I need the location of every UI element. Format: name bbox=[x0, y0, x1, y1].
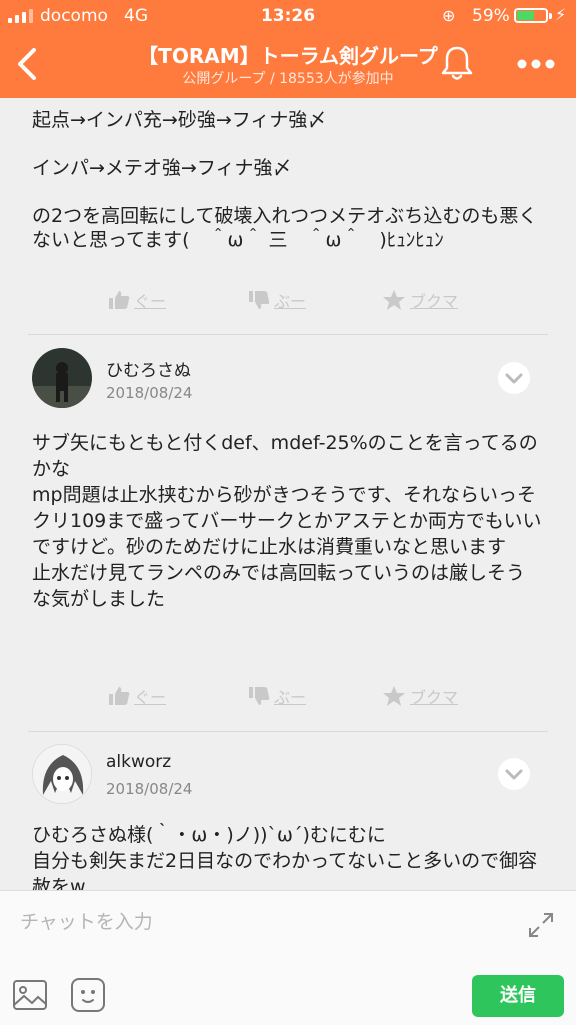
post-feed[interactable]: 起点→インパ充→砂強→フィナ強〆 インパ→メテオ強→フィナ強〆 の2つを高回転に… bbox=[0, 98, 576, 890]
thumbs-down-icon bbox=[249, 687, 270, 705]
battery-percent: 59% bbox=[472, 6, 510, 26]
bookmark-label: ブクマ bbox=[410, 292, 459, 311]
boo-button[interactable]: ぶー bbox=[248, 684, 306, 708]
thumbs-up-icon bbox=[109, 291, 130, 309]
more-icon[interactable] bbox=[516, 58, 556, 70]
status-bar: docomo 4G 13:26 ⊕ 59% ⚡ bbox=[0, 0, 576, 32]
boo-label: ぶー bbox=[274, 688, 307, 707]
bell-icon[interactable] bbox=[440, 44, 474, 82]
expand-icon[interactable] bbox=[527, 911, 555, 939]
chevron-down-icon bbox=[505, 373, 523, 384]
bookmark-button[interactable]: ブクマ bbox=[382, 288, 458, 312]
battery-icon bbox=[514, 8, 548, 23]
star-icon bbox=[383, 686, 405, 706]
boo-button[interactable]: ぶー bbox=[248, 288, 306, 312]
group-title: 【TORAM】トーラム剣グループ bbox=[138, 44, 438, 68]
bookmark-button[interactable]: ブクマ bbox=[382, 684, 458, 708]
chat-input[interactable]: チャットを入力 bbox=[20, 907, 153, 934]
post-date: 2018/08/24 bbox=[106, 780, 193, 798]
avatar[interactable] bbox=[32, 744, 92, 804]
image-icon[interactable] bbox=[12, 979, 48, 1011]
post-body: ひむろさぬ様(｀・ω・)ノ))`ω´)むにむに 自分も剣矢まだ2日目なのでわかっ… bbox=[32, 824, 538, 890]
chat-input-bar: チャットを入力 送信 bbox=[0, 890, 576, 1025]
post-menu-button[interactable] bbox=[498, 362, 530, 394]
good-button[interactable]: ぐー bbox=[108, 684, 166, 708]
avatar[interactable] bbox=[32, 348, 92, 408]
rotation-lock-icon: ⊕ bbox=[442, 6, 456, 25]
group-subtitle: 公開グループ / 18553人が参加中 bbox=[182, 71, 394, 87]
divider bbox=[28, 334, 548, 335]
star-icon bbox=[383, 290, 405, 310]
boo-label: ぶー bbox=[274, 292, 307, 311]
sticker-icon[interactable] bbox=[70, 977, 106, 1013]
divider bbox=[28, 731, 548, 732]
author-name[interactable]: ひむろさぬ bbox=[106, 356, 191, 381]
post-menu-button[interactable] bbox=[498, 758, 530, 790]
thumbs-up-icon bbox=[109, 687, 130, 705]
author-name[interactable]: alkworz bbox=[106, 752, 171, 772]
thumbs-down-icon bbox=[249, 291, 270, 309]
post-actions: ぐー ぶー ブクマ bbox=[0, 684, 576, 716]
header-bar: 【TORAM】トーラム剣グループ 公開グループ / 18553人が参加中 bbox=[0, 32, 576, 98]
chevron-down-icon bbox=[505, 769, 523, 780]
post-body: 起点→インパ充→砂強→フィナ強〆 インパ→メテオ強→フィナ強〆 の2つを高回転に… bbox=[32, 109, 538, 251]
post-actions: ぐー ぶー ブクマ bbox=[0, 288, 576, 320]
post-body: サブ矢にもともと付くdef、mdef-25%のことを言ってるのかな mp問題は止… bbox=[32, 432, 542, 610]
charging-icon: ⚡ bbox=[555, 5, 567, 24]
battery-tip bbox=[549, 13, 552, 19]
good-label: ぐー bbox=[134, 688, 167, 707]
post-date: 2018/08/24 bbox=[106, 384, 193, 402]
bookmark-label: ブクマ bbox=[410, 688, 459, 707]
good-button[interactable]: ぐー bbox=[108, 288, 166, 312]
send-button[interactable]: 送信 bbox=[472, 975, 564, 1017]
good-label: ぐー bbox=[134, 292, 167, 311]
